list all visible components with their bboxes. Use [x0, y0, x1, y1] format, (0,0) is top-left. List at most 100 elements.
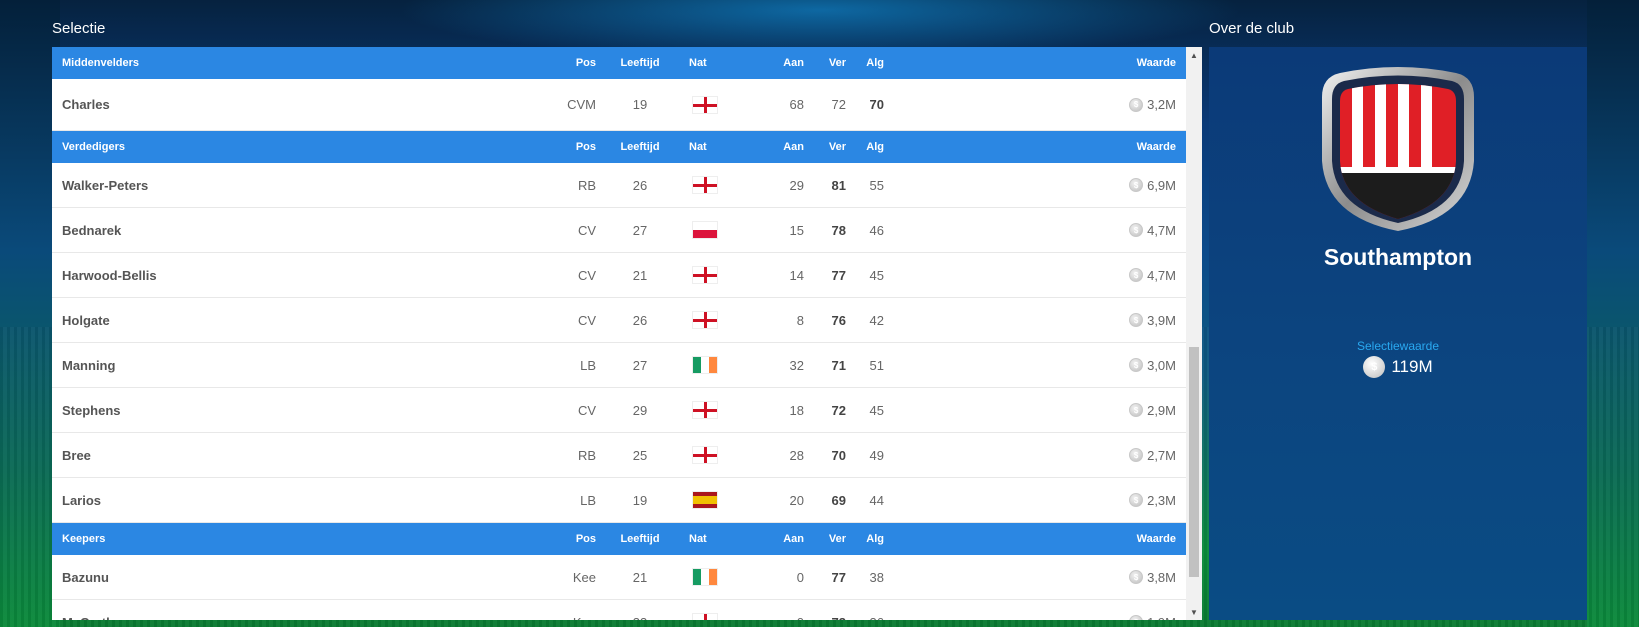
- player-row[interactable]: Bazunu Kee 21 0 77 38 $3,8M: [52, 555, 1186, 600]
- squad-scrollbar[interactable]: ▲ ▼: [1186, 47, 1202, 620]
- player-overall: 45: [869, 267, 884, 283]
- column-header-pos[interactable]: Pos: [536, 131, 596, 163]
- player-row[interactable]: Holgate CV 26 8 76 42 $3,9M: [52, 298, 1186, 343]
- player-attack: 32: [789, 357, 804, 373]
- player-defense: 70: [831, 447, 846, 463]
- column-header-value[interactable]: Waarde: [1137, 523, 1176, 555]
- player-age: 33: [612, 600, 668, 621]
- flag-eng-icon: [692, 311, 718, 329]
- coin-icon: $: [1129, 358, 1144, 372]
- group-header: Verdedigers Pos Leeftijd Nat Aan Ver Alg Waarde: [52, 131, 1186, 163]
- player-value: $3,0M: [1129, 343, 1176, 387]
- player-age: 19: [632, 97, 648, 112]
- player-row[interactable]: Stephens CV 29 18 72 45 $2,9M: [52, 388, 1186, 433]
- column-header-att[interactable]: Aan: [764, 131, 804, 163]
- player-overall: 42: [869, 312, 884, 328]
- player-value: $2,3M: [1129, 478, 1176, 522]
- player-row[interactable]: Bree RB 25 28 70 49 $2,7M: [52, 433, 1186, 478]
- player-row[interactable]: Walker-Peters RB 26 29 81 55 $6,9M: [52, 163, 1186, 208]
- scroll-down-arrow-icon[interactable]: ▼: [1186, 604, 1202, 620]
- player-name[interactable]: Bree: [62, 433, 91, 477]
- group-header-title[interactable]: Verdedigers: [62, 131, 125, 163]
- player-defense: 81: [831, 177, 846, 193]
- player-row[interactable]: Bednarek CV 27 15 78 46 $4,7M: [52, 208, 1186, 253]
- player-overall: 51: [869, 357, 884, 373]
- player-value-amount: 2,7M: [1147, 447, 1176, 463]
- player-nationality: [668, 343, 728, 387]
- column-header-att[interactable]: Aan: [764, 47, 804, 79]
- player-defense: 72: [831, 97, 846, 112]
- club-panel: Southampton Selectiewaarde $ 119M: [1209, 47, 1587, 620]
- squad-panel: Middenvelders Pos Leeftijd Nat Aan Ver Alg Waar…: [52, 47, 1202, 620]
- column-header-value[interactable]: Waarde: [1137, 131, 1176, 163]
- column-header-pos[interactable]: Pos: [536, 523, 596, 555]
- player-overall: 44: [869, 492, 884, 508]
- group-header-title[interactable]: Middenvelders: [62, 47, 139, 79]
- club-crest-icon: [1322, 67, 1474, 231]
- player-position: LB: [580, 357, 596, 373]
- player-defense: 77: [831, 569, 846, 585]
- coin-icon: $: [1363, 356, 1386, 378]
- player-age: 29: [632, 402, 648, 418]
- flag-eng-icon: [692, 176, 718, 194]
- player-name[interactable]: Charles: [62, 79, 110, 130]
- player-row[interactable]: Manning LB 27 32 71 51 $3,0M: [52, 343, 1186, 388]
- player-name[interactable]: Manning: [62, 343, 115, 387]
- flag-pol-icon: [692, 221, 718, 239]
- column-header-att[interactable]: Aan: [764, 523, 804, 555]
- scroll-thumb[interactable]: [1189, 347, 1199, 577]
- player-position: RB: [577, 447, 596, 463]
- flag-eng-icon: [692, 266, 718, 284]
- player-attack: 0: [796, 569, 804, 585]
- player-attack: 0: [764, 600, 804, 621]
- player-row[interactable]: Larios LB 19 20 69 44 $2,3M: [52, 478, 1186, 523]
- player-name[interactable]: McCarthy: [62, 600, 121, 621]
- column-header-def[interactable]: Ver: [804, 523, 846, 555]
- player-name[interactable]: Harwood-Bellis: [62, 253, 157, 297]
- player-nationality: [668, 208, 728, 252]
- player-defense: 76: [831, 312, 846, 328]
- column-header-ovr[interactable]: Alg: [846, 523, 884, 555]
- column-header-ovr[interactable]: Alg: [846, 47, 884, 79]
- column-header-nat[interactable]: Nat: [668, 47, 728, 79]
- player-nationality: [668, 600, 728, 620]
- player-name[interactable]: Stephens: [62, 388, 121, 432]
- player-value-amount: 1,9M: [1147, 615, 1176, 621]
- group-header: Keepers Pos Leeftijd Nat Aan Ver Alg Waarde: [52, 523, 1186, 555]
- column-header-nat[interactable]: Nat: [668, 523, 728, 555]
- column-header-age[interactable]: Leeftijd: [612, 47, 668, 79]
- column-header-age[interactable]: Leeftijd: [612, 131, 668, 163]
- player-value-amount: 3,9M: [1147, 312, 1176, 328]
- group-header-title[interactable]: Keepers: [62, 523, 105, 555]
- player-name[interactable]: Bazunu: [62, 555, 109, 599]
- coin-icon: $: [1129, 493, 1144, 507]
- column-header-value[interactable]: Waarde: [1137, 47, 1176, 79]
- player-nationality: [668, 478, 728, 522]
- player-value: $3,2M: [1129, 79, 1176, 130]
- column-header-def[interactable]: Ver: [804, 47, 846, 79]
- player-name[interactable]: Bednarek: [62, 208, 121, 252]
- group-header: Middenvelders Pos Leeftijd Nat Aan Ver Alg Waar…: [52, 47, 1186, 79]
- player-row[interactable]: Harwood-Bellis CV 21 14 77 45 $4,7M: [52, 253, 1186, 298]
- column-header-def[interactable]: Ver: [804, 131, 846, 163]
- flag-eng-icon: [692, 613, 718, 620]
- player-name[interactable]: Larios: [62, 478, 101, 522]
- player-row[interactable]: McCarthy Kee 33 07336 $1,9M: [52, 600, 1186, 620]
- column-header-ovr[interactable]: Alg: [846, 131, 884, 163]
- player-row[interactable]: Charles CVM 19 68 72 70 $3,2M: [52, 79, 1186, 131]
- player-name[interactable]: Walker-Peters: [62, 163, 148, 207]
- player-name[interactable]: Holgate: [62, 298, 110, 342]
- player-nationality: [668, 298, 728, 342]
- player-age: 19: [632, 492, 648, 508]
- column-header-pos[interactable]: Pos: [536, 47, 596, 79]
- squad-table: Middenvelders Pos Leeftijd Nat Aan Ver Alg Waar…: [52, 47, 1186, 620]
- player-nationality: [668, 388, 728, 432]
- player-overall: 46: [869, 222, 884, 238]
- column-header-nat[interactable]: Nat: [668, 131, 728, 163]
- column-header-age[interactable]: Leeftijd: [612, 523, 668, 555]
- player-position: CV: [577, 267, 596, 283]
- player-nationality: [668, 79, 728, 130]
- player-overall: 70: [869, 97, 884, 112]
- player-value-amount: 4,7M: [1147, 267, 1176, 283]
- scroll-up-arrow-icon[interactable]: ▲: [1186, 47, 1202, 63]
